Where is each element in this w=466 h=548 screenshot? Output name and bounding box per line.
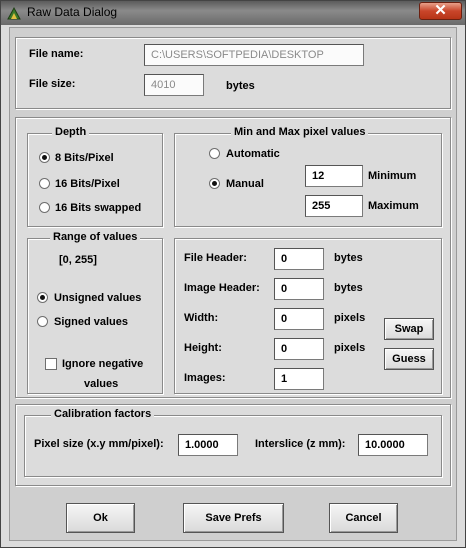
file-header-input[interactable]: 0: [274, 248, 324, 270]
unsigned-label[interactable]: Unsigned values: [54, 292, 141, 304]
minimum-input[interactable]: 12: [305, 165, 363, 187]
pixel-size-label: Pixel size (x.y mm/pixel):: [34, 438, 164, 450]
depth-8bit-label[interactable]: 8 Bits/Pixel: [55, 152, 114, 164]
image-header-label: Image Header:: [184, 282, 260, 294]
swap-button[interactable]: Swap: [384, 318, 434, 340]
title-bar[interactable]: Raw Data Dialog ✕: [1, 1, 465, 25]
window-title: Raw Data Dialog: [27, 5, 118, 19]
file-name-field[interactable]: C:\USERS\SOFTPEDIA\DESKTOP: [144, 44, 364, 66]
depth-16bit-swapped-radio[interactable]: [39, 202, 50, 213]
height-unit: pixels: [334, 342, 366, 354]
depth-16bit-radio[interactable]: [39, 178, 50, 189]
ignore-negative-label-line2: values: [84, 378, 119, 390]
width-input[interactable]: 0: [274, 308, 324, 330]
file-header-unit: bytes: [334, 252, 363, 264]
ignore-negative-label[interactable]: Ignore negative: [62, 358, 143, 370]
close-icon: ✕: [434, 2, 447, 19]
maximum-input[interactable]: 255: [305, 195, 363, 217]
file-size-unit: bytes: [226, 80, 255, 92]
minmax-title: Min and Max pixel values: [231, 126, 369, 138]
interslice-input[interactable]: 10.0000: [358, 434, 428, 456]
height-label: Height:: [184, 342, 222, 354]
minmax-manual-radio[interactable]: [209, 178, 220, 189]
depth-16bit-swapped-label[interactable]: 16 Bits swapped: [55, 202, 141, 214]
minimum-label: Minimum: [368, 170, 417, 182]
maximum-label: Maximum: [368, 200, 419, 212]
save-prefs-button[interactable]: Save Prefs: [183, 503, 284, 533]
file-size-field[interactable]: 4010: [144, 74, 204, 96]
interslice-label: Interslice (z mm):: [255, 438, 346, 450]
images-label: Images:: [184, 372, 226, 384]
depth-title: Depth: [52, 126, 90, 138]
calibration-title: Calibration factors: [51, 408, 155, 420]
minmax-automatic-label[interactable]: Automatic: [226, 148, 280, 160]
width-label: Width:: [184, 312, 219, 324]
image-header-input[interactable]: 0: [274, 278, 324, 300]
ok-button[interactable]: Ok: [66, 503, 135, 533]
image-header-unit: bytes: [334, 282, 363, 294]
images-input[interactable]: 1: [274, 368, 324, 390]
file-size-label: File size:: [29, 78, 76, 90]
depth-16bit-label[interactable]: 16 Bits/Pixel: [55, 178, 120, 190]
close-button[interactable]: ✕: [419, 2, 462, 20]
raw-data-dialog: Raw Data Dialog ✕ File name: C:\USERS\SO…: [0, 0, 466, 548]
cancel-button[interactable]: Cancel: [329, 503, 398, 533]
minmax-automatic-radio[interactable]: [209, 148, 220, 159]
signed-label[interactable]: Signed values: [54, 316, 128, 328]
width-unit: pixels: [334, 312, 366, 324]
file-name-label: File name:: [29, 48, 84, 60]
range-text: [0, 255]: [59, 254, 97, 266]
ignore-negative-checkbox[interactable]: [45, 358, 57, 370]
app-icon: [7, 6, 21, 20]
depth-8bit-radio[interactable]: [39, 152, 50, 163]
guess-button[interactable]: Guess: [384, 348, 434, 370]
range-title: Range of values: [50, 231, 141, 243]
pixel-size-input[interactable]: 1.0000: [178, 434, 238, 456]
minmax-manual-label[interactable]: Manual: [226, 178, 264, 190]
unsigned-radio[interactable]: [37, 292, 48, 303]
file-header-label: File Header:: [184, 252, 247, 264]
signed-radio[interactable]: [37, 316, 48, 327]
height-input[interactable]: 0: [274, 338, 324, 360]
